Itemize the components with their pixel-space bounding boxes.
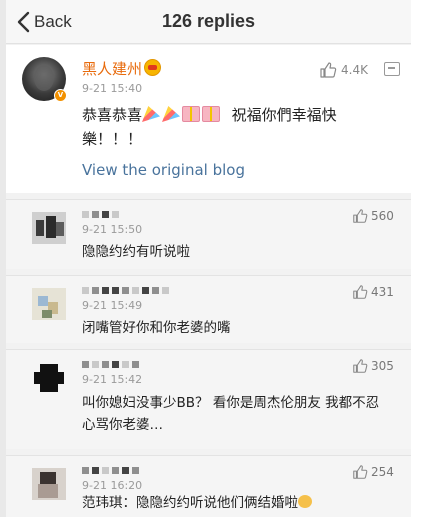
avatar[interactable]	[32, 362, 66, 394]
thumbs-up-icon	[353, 359, 368, 373]
reply-time: 9-21 16:20	[82, 479, 143, 492]
post-time: 9-21 15:40	[82, 82, 143, 95]
like-button[interactable]: 431	[352, 284, 394, 300]
like-count: 431	[371, 285, 394, 299]
reply-text: 隐隐约约有听说啦	[82, 244, 190, 260]
reply-item: 9-21 15:49 431 闭嘴管好你和你老婆的嘴	[6, 275, 411, 343]
avatar[interactable]	[32, 468, 66, 500]
gift-icon	[202, 106, 221, 122]
like-button[interactable]: 4.4K	[319, 61, 368, 79]
like-button[interactable]: 254	[352, 464, 394, 480]
like-count: 560	[371, 209, 394, 223]
reply-time: 9-21 15:49	[82, 299, 143, 312]
like-button[interactable]: 560	[352, 208, 394, 224]
avatar[interactable]	[32, 212, 66, 244]
page-edge	[411, 0, 437, 517]
reply-text: 闭嘴管好你和你老婆的嘴	[82, 320, 231, 336]
thumbs-up-icon	[320, 62, 337, 78]
user-name-pixelated[interactable]	[82, 358, 139, 370]
cat-emoji-icon	[298, 495, 312, 508]
avatar[interactable]	[32, 288, 66, 320]
party-popper-icon	[142, 106, 161, 122]
reply-time: 9-21 15:42	[82, 373, 143, 386]
weibo-replies-screen: Back 126 replies V 黑人建州 9-21 15:40 4.4K …	[6, 0, 411, 517]
page-title: 126 replies	[161, 11, 256, 31]
like-button[interactable]: 305	[352, 358, 394, 374]
reply-item: 9-21 16:20 254 范玮琪：隐隐约约听说他们俩结婚啦	[6, 455, 411, 517]
thumbs-up-icon	[353, 285, 368, 299]
reply-item: 9-21 15:42 305 叫你媳妇没事少BB？ 看你是周杰伦朋友 我都不忍心…	[6, 349, 411, 449]
thumbs-up-icon	[353, 209, 368, 223]
reply-item: 9-21 15:50 560 隐隐约约有听说啦	[6, 199, 411, 269]
party-popper-icon	[162, 106, 181, 122]
like-count: 305	[371, 359, 394, 373]
gift-icon	[182, 106, 201, 122]
like-count: 4.4K	[341, 63, 368, 77]
user-name-pixelated[interactable]	[82, 208, 119, 220]
reply-text-part: 范玮琪：隐隐约约听说他们俩结婚啦	[82, 495, 298, 511]
reply-text: 叫你媳妇没事少BB？ 看你是周杰伦朋友 我都不忍心骂你老婆…	[82, 395, 380, 433]
reply-time: 9-21 15:50	[82, 223, 143, 236]
comment-icon[interactable]	[384, 62, 400, 76]
user-name[interactable]: 黑人建州	[82, 58, 142, 79]
nav-header: Back 126 replies	[6, 0, 411, 44]
view-original-blog-link[interactable]: View the original blog	[82, 161, 245, 179]
verified-badge-icon: V	[54, 89, 67, 102]
user-name-pixelated[interactable]	[82, 284, 169, 296]
reply-text: 范玮琪：隐隐约约听说他们俩结婚啦	[82, 492, 382, 514]
member-crown-icon	[144, 59, 161, 76]
like-count: 254	[371, 465, 394, 479]
user-name-pixelated[interactable]	[82, 464, 139, 476]
original-comment: V 黑人建州 9-21 15:40 4.4K 恭喜恭喜 祝福你們幸福快樂！！！ …	[6, 45, 411, 193]
comment-text-part: 恭喜恭喜	[82, 106, 143, 124]
comment-text: 恭喜恭喜 祝福你們幸福快樂！！！	[82, 103, 382, 151]
thumbs-up-icon	[353, 465, 368, 479]
